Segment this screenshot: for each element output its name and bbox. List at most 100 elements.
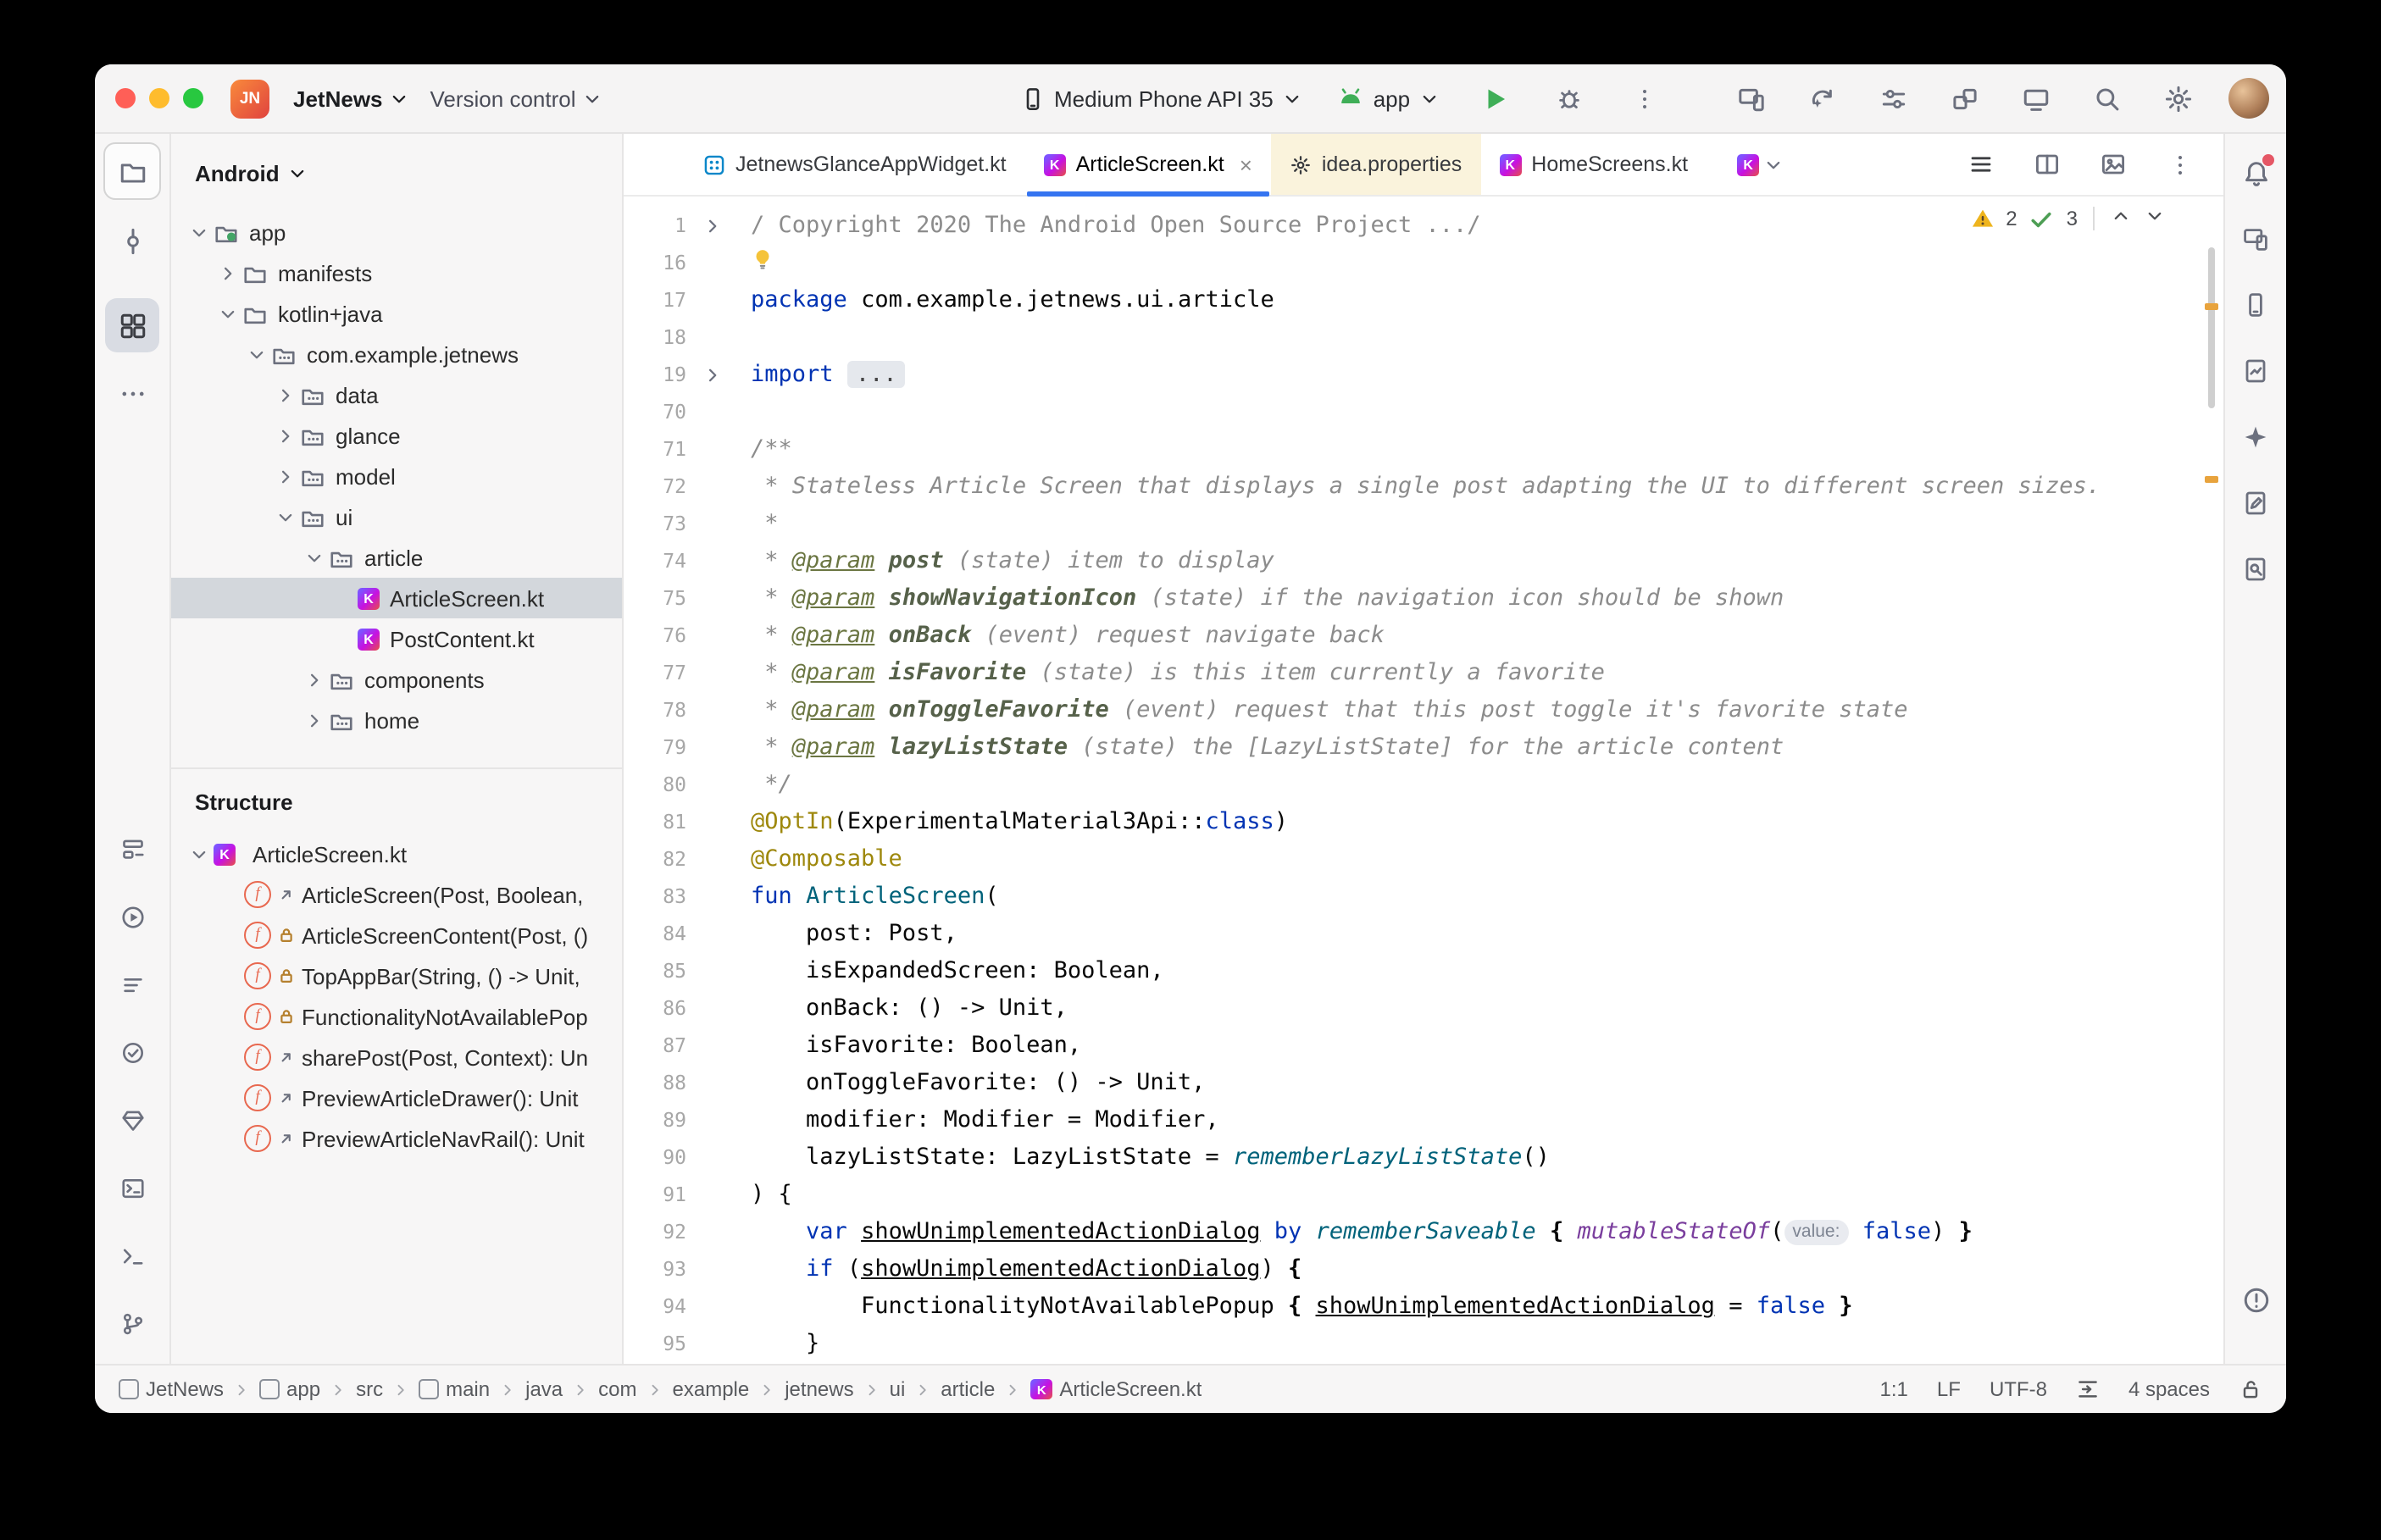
more-horizontal-tool-button[interactable] [105, 366, 159, 420]
list-view-button[interactable] [1961, 144, 2001, 185]
device-manager-button[interactable] [2234, 283, 2278, 327]
tree-item-com-example-jetnews[interactable]: com.example.jetnews [171, 334, 622, 374]
tab-idea-properties[interactable]: idea.properties [1271, 134, 1480, 195]
tree-down-chevron-icon[interactable] [185, 221, 214, 243]
tree-item-article[interactable]: article [171, 537, 622, 578]
code-line[interactable]: 92 var showUnimplementedActionDialog by … [624, 1213, 2223, 1250]
more-actions-button[interactable] [1623, 78, 1664, 119]
tree-right-chevron-icon[interactable] [300, 668, 329, 690]
caret-position[interactable]: 1:1 [1880, 1377, 1908, 1401]
tree-down-chevron-icon[interactable] [300, 546, 329, 568]
project-view-selector[interactable]: Android [171, 134, 622, 212]
structure-item-functionalitynotavailablepop[interactable]: fFunctionalityNotAvailablePop [171, 996, 622, 1037]
code-line[interactable]: 88 onToggleFavorite: () -> Unit, [624, 1064, 2223, 1101]
fold-expand-icon[interactable] [702, 363, 724, 385]
line-number[interactable]: 87 [624, 1033, 686, 1057]
structure-item-topappbar-string-unit[interactable]: fTopAppBar(String, () -> Unit, [171, 956, 622, 996]
device-gem-tool-button[interactable] [112, 1100, 153, 1140]
line-number[interactable]: 75 [624, 586, 686, 610]
line-separator[interactable]: LF [1937, 1377, 1961, 1401]
structure-item-articlescreen-post-boolean[interactable]: fArticleScreen(Post, Boolean, [171, 874, 622, 915]
run-circle-tool-button[interactable] [112, 896, 153, 937]
close-tab-icon[interactable]: × [1240, 152, 1252, 177]
code-line[interactable]: 18 [624, 319, 2223, 356]
settings-sliders-button[interactable] [1873, 78, 1913, 119]
tree-item-glance[interactable]: glance [171, 415, 622, 456]
intention-bulb-icon[interactable] [751, 247, 774, 271]
line-number[interactable]: 91 [624, 1183, 686, 1206]
structure-item-sharepost-post-context-un[interactable]: fsharePost(Post, Context): Un [171, 1037, 622, 1077]
tree-item-model[interactable]: model [171, 456, 622, 496]
tool-windows-tool-button[interactable] [105, 298, 159, 352]
run-configuration-selector[interactable]: app [1338, 85, 1440, 112]
tree-item-articlescreen-kt[interactable]: KArticleScreen.kt [171, 578, 622, 618]
breadcrumb-item-jetnews[interactable]: JetNews [119, 1377, 224, 1401]
line-number[interactable]: 73 [624, 512, 686, 535]
run-button[interactable] [1474, 78, 1515, 119]
settings-button[interactable] [2157, 78, 2198, 119]
git-branch-tool-button[interactable] [112, 1303, 153, 1343]
fold-expand-icon[interactable] [702, 214, 724, 236]
indent-size[interactable]: 4 spaces [2128, 1377, 2210, 1401]
build-variants-tool-button[interactable] [112, 828, 153, 869]
device-selector[interactable]: Medium Phone API 35 [1020, 86, 1304, 111]
tree-item-manifests[interactable]: manifests [171, 252, 622, 293]
debug-button[interactable] [1549, 78, 1590, 119]
app-insights-button[interactable] [2234, 349, 2278, 393]
plugins-button[interactable] [1944, 78, 1984, 119]
tree-item-components[interactable]: components [171, 659, 622, 700]
tab-jetnewsglanceappwidget-kt[interactable]: JetnewsGlanceAppWidget.kt [685, 134, 1025, 195]
next-problem-button[interactable] [2144, 205, 2166, 232]
code-line[interactable]: 73 * [624, 505, 2223, 542]
search-button[interactable] [2086, 78, 2127, 119]
code-line[interactable]: 95 } [624, 1325, 2223, 1362]
line-number[interactable]: 81 [624, 810, 686, 834]
tree-down-chevron-icon[interactable] [214, 302, 242, 324]
device-mirror-button[interactable] [1730, 78, 1771, 119]
breadcrumb-item-jetnews[interactable]: jetnews [785, 1377, 853, 1401]
line-number[interactable]: 88 [624, 1071, 686, 1094]
code-line[interactable]: 71/** [624, 430, 2223, 468]
code-line[interactable]: 81@OptIn(ExperimentalMaterial3Api::class… [624, 803, 2223, 840]
code-line[interactable]: 78 * @param onToggleFavorite (event) req… [624, 691, 2223, 728]
chevron-down-icon[interactable] [185, 843, 214, 865]
tree-right-chevron-icon[interactable] [214, 262, 242, 284]
structure-item-articlescreen-kt[interactable]: KArticleScreen.kt [171, 834, 622, 874]
tab-articlescreen-kt[interactable]: KArticleScreen.kt× [1025, 134, 1271, 195]
breadcrumb-item-src[interactable]: src [356, 1377, 383, 1401]
line-number[interactable]: 78 [624, 698, 686, 722]
breadcrumb-item-ui[interactable]: ui [890, 1377, 906, 1401]
tree-item-home[interactable]: home [171, 700, 622, 740]
line-number[interactable]: 82 [624, 847, 686, 871]
line-number[interactable]: 86 [624, 996, 686, 1020]
tree-right-chevron-icon[interactable] [300, 709, 329, 731]
line-number[interactable]: 95 [624, 1332, 686, 1355]
code-line[interactable]: 86 onBack: () -> Unit, [624, 989, 2223, 1027]
fold-gutter[interactable] [686, 363, 751, 385]
line-number[interactable]: 70 [624, 400, 686, 424]
code-line[interactable]: 19import ... [624, 356, 2223, 393]
terminal-tool-button[interactable] [112, 1235, 153, 1276]
line-number[interactable]: 85 [624, 959, 686, 983]
tree-right-chevron-icon[interactable] [271, 465, 300, 487]
more-vertical-button[interactable] [2159, 144, 2200, 185]
editor-scrollbar[interactable] [2201, 197, 2220, 1364]
code-line[interactable]: 70 [624, 393, 2223, 430]
line-number[interactable]: 93 [624, 1257, 686, 1281]
code-line[interactable]: 77 * @param isFavorite (state) is this i… [624, 654, 2223, 691]
line-number[interactable]: 79 [624, 735, 686, 759]
edit-doc-button[interactable] [2234, 481, 2278, 525]
project-menu-button[interactable]: JetNews [283, 79, 420, 118]
line-number[interactable]: 16 [624, 251, 686, 274]
line-number[interactable]: 83 [624, 884, 686, 908]
code-line[interactable]: 89 modifier: Modifier = Modifier, [624, 1101, 2223, 1138]
code-line[interactable]: 72 * Stateless Article Screen that displ… [624, 468, 2223, 505]
file-encoding[interactable]: UTF-8 [1990, 1377, 2047, 1401]
code-line[interactable]: 87 isFavorite: Boolean, [624, 1027, 2223, 1064]
code-line[interactable]: 76 * @param onBack (event) request navig… [624, 617, 2223, 654]
code-line[interactable]: 85 isExpandedScreen: Boolean, [624, 952, 2223, 989]
scrollbar-thumb[interactable] [2208, 247, 2215, 408]
code-line[interactable]: 80 */ [624, 766, 2223, 803]
tree-down-chevron-icon[interactable] [242, 343, 271, 365]
remote-dev-button[interactable] [2015, 78, 2056, 119]
